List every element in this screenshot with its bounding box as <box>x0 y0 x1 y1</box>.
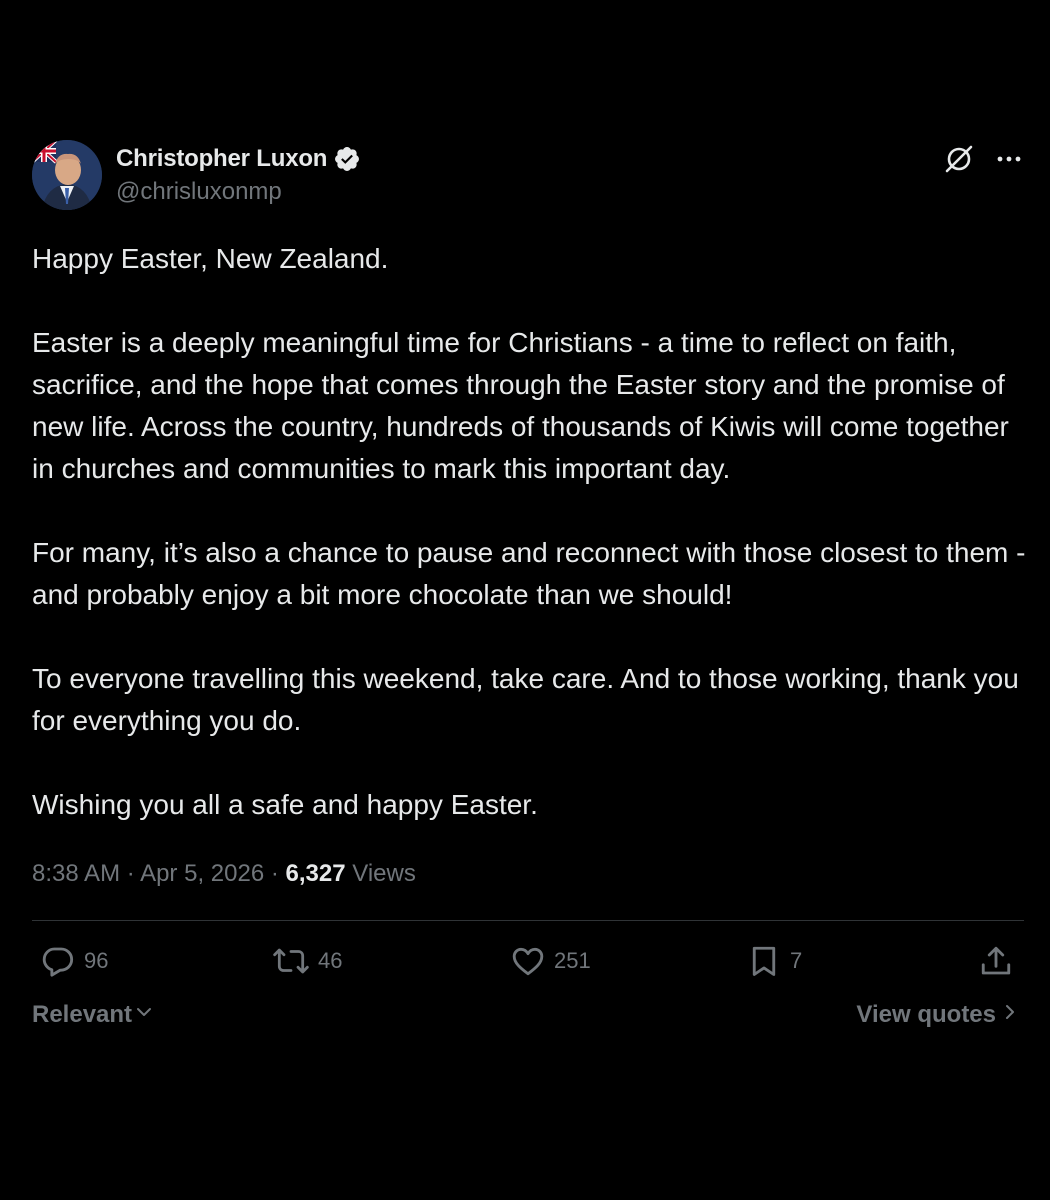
bookmark-count: 7 <box>790 948 803 973</box>
reply-sort-dropdown[interactable]: Relevant <box>32 1001 154 1029</box>
heart-icon <box>510 943 546 979</box>
header-actions <box>944 144 1024 174</box>
post-paragraph: To everyone travelling this weekend, tak… <box>32 663 1027 736</box>
repost-count: 46 <box>318 948 343 973</box>
reply-count: 96 <box>84 948 109 973</box>
grok-icon[interactable] <box>944 144 974 174</box>
post-time[interactable]: 8:38 AM <box>32 860 120 887</box>
action-bar: 96 46 251 7 <box>32 921 1024 1001</box>
chevron-down-icon <box>134 1001 154 1029</box>
post-paragraph: Happy Easter, New Zealand. <box>32 243 389 274</box>
chevron-right-icon <box>1002 1001 1018 1029</box>
post-meta: 8:38 AM · Apr 5, 2026 · 6,327 Views <box>32 854 1024 894</box>
views-count[interactable]: 6,327 <box>286 860 346 887</box>
post: Christopher Luxon @chrisluxonmp Happy Ea… <box>32 140 1025 1041</box>
repost-button[interactable]: 46 <box>272 943 342 979</box>
views-label: Views <box>352 860 416 887</box>
share-button[interactable] <box>978 943 1014 979</box>
repost-icon <box>272 943 310 979</box>
reply-icon <box>40 943 76 979</box>
more-icon[interactable] <box>994 144 1024 174</box>
post-date[interactable]: Apr 5, 2026 <box>140 860 264 887</box>
meta-separator: · <box>270 860 279 887</box>
share-icon <box>978 943 1014 979</box>
author-handle[interactable]: @chrisluxonmp <box>116 178 361 206</box>
author-names: Christopher Luxon @chrisluxonmp <box>116 144 361 206</box>
verified-badge-icon[interactable] <box>333 145 361 173</box>
bookmark-icon <box>746 943 782 979</box>
meta-separator: · <box>126 860 135 887</box>
post-text: Happy Easter, New Zealand. Easter is a d… <box>32 238 1032 826</box>
display-name[interactable]: Christopher Luxon <box>116 145 327 173</box>
sort-label: Relevant <box>32 1001 133 1028</box>
bookmark-button[interactable]: 7 <box>746 943 802 979</box>
view-quotes-label: View quotes <box>856 1001 996 1028</box>
post-paragraph: For many, it’s also a chance to pause an… <box>32 537 1034 610</box>
avatar[interactable] <box>32 140 102 210</box>
post-header: Christopher Luxon @chrisluxonmp <box>32 140 1024 212</box>
avatar-image <box>32 140 102 210</box>
post-paragraph: Easter is a deeply meaningful time for C… <box>32 327 1017 484</box>
reply-controls: Relevant View quotes <box>32 1001 1024 1041</box>
reply-button[interactable]: 96 <box>40 943 108 979</box>
display-name-row: Christopher Luxon <box>116 144 361 174</box>
like-count: 251 <box>554 948 591 973</box>
view-quotes-link[interactable]: View quotes <box>856 1001 1018 1029</box>
like-button[interactable]: 251 <box>510 943 591 979</box>
post-paragraph: Wishing you all a safe and happy Easter. <box>32 789 538 820</box>
